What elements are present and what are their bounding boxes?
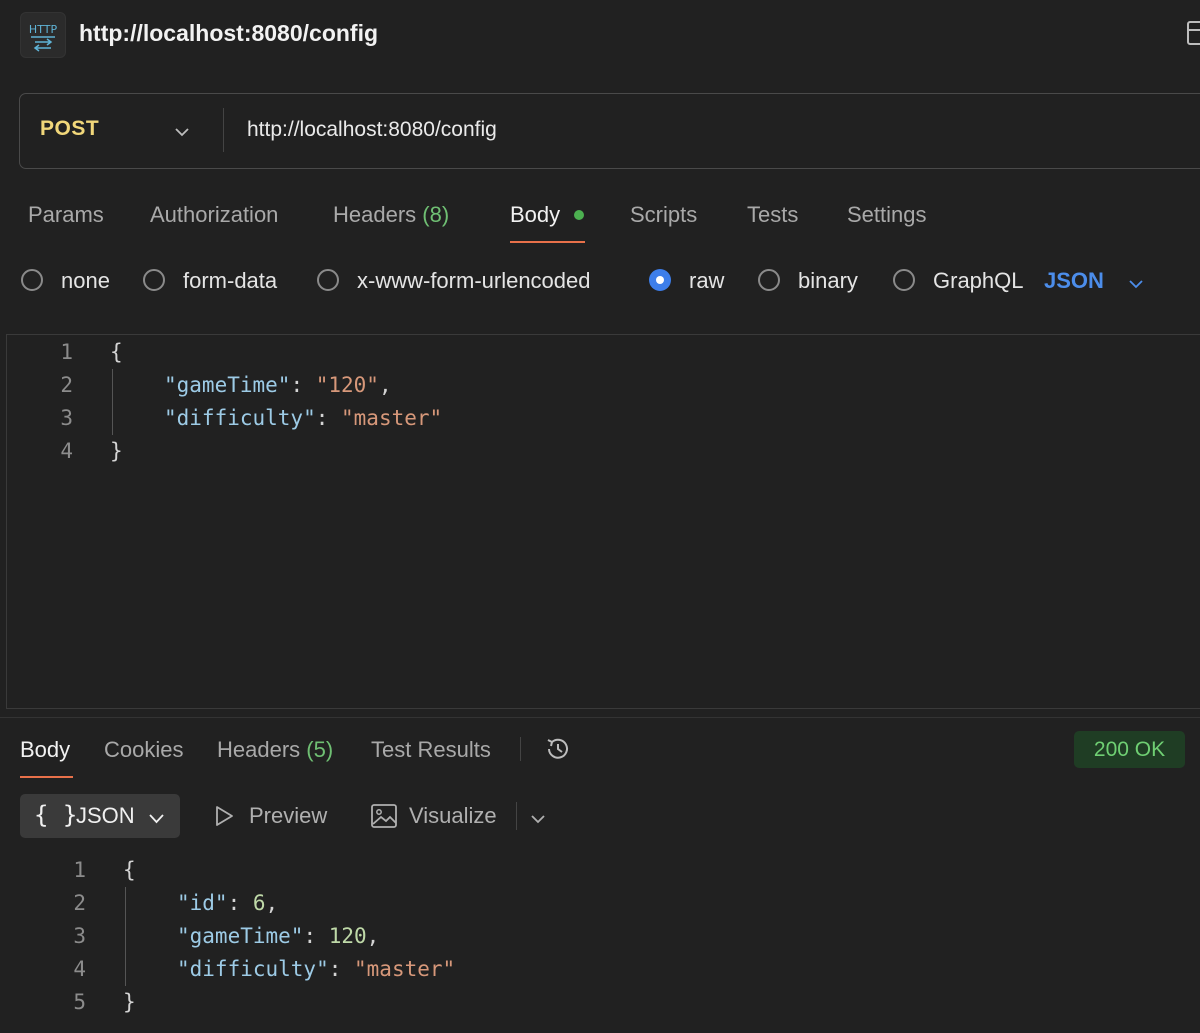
json-value: 120 [328,924,367,948]
body-modified-dot [574,210,584,220]
indent-guide [125,887,126,986]
line-number: 1 [73,858,86,882]
tab-headers-label: Headers [333,202,417,227]
preview-button[interactable]: Preview [249,803,327,829]
radio-none-label[interactable]: none [61,268,110,294]
code-line: "gameTime": "120", [164,373,392,397]
code-line: "difficulty": "master" [177,957,456,981]
code-brace: } [123,990,136,1014]
language-select[interactable]: JSON [1044,268,1104,294]
indent-guide [112,369,113,435]
response-tab-cookies[interactable]: Cookies [104,737,183,763]
chevron-down-icon[interactable] [530,811,546,824]
json-key: "gameTime" [164,373,291,397]
response-format-label: JSON [76,803,135,828]
image-icon[interactable] [370,802,398,830]
response-headers-count: (5) [306,737,334,762]
tab-scripts[interactable]: Scripts [630,202,697,228]
radio-form-data-label[interactable]: form-data [183,268,277,294]
request-title: http://localhost:8080/config [79,20,379,46]
response-tab-body[interactable]: Body [20,737,70,763]
line-number: 3 [60,406,73,430]
play-icon[interactable] [212,804,236,828]
response-tab-test-results[interactable]: Test Results [371,737,491,763]
toolbar-separator [516,802,517,830]
url-input[interactable] [247,114,1147,146]
svg-text:HTTP: HTTP [29,23,58,36]
json-key: "id" [177,891,228,915]
tab-headers[interactable]: Headers (8) [333,202,449,228]
line-number: 5 [73,990,86,1014]
response-headers-label: Headers [217,737,301,762]
code-brace: } [110,439,123,463]
code-brace: { [110,340,123,364]
radio-binary[interactable] [758,269,780,291]
json-key: "difficulty" [177,957,329,981]
chevron-down-icon[interactable] [174,124,190,137]
code-line: "gameTime": 120, [177,924,380,948]
active-tab-indicator [510,241,585,243]
tab-tests[interactable]: Tests [747,202,798,228]
chevron-down-icon[interactable] [1129,276,1143,289]
code-brace: { [123,858,136,882]
code-line: "difficulty": "master" [164,406,443,430]
radio-form-data[interactable] [143,269,165,291]
history-icon[interactable] [543,734,573,764]
radio-raw[interactable] [649,269,671,291]
active-tab-indicator [20,776,73,778]
line-number: 2 [60,373,73,397]
braces-icon: { } [34,801,78,829]
json-value: "master" [354,957,456,981]
tab-authorization[interactable]: Authorization [150,202,278,228]
tab-body[interactable]: Body [510,202,560,228]
line-number: 4 [73,957,86,981]
radio-none[interactable] [21,269,43,291]
line-number: 2 [73,891,86,915]
method-select[interactable]: POST [40,117,99,141]
line-number: 4 [60,439,73,463]
radio-graphql-label[interactable]: GraphQL [933,268,1024,294]
tab-separator [520,737,521,761]
radio-graphql[interactable] [893,269,915,291]
section-divider[interactable] [0,717,1200,718]
radio-raw-label[interactable]: raw [689,268,724,294]
json-key: "difficulty" [164,406,316,430]
response-tab-headers[interactable]: Headers (5) [217,737,333,763]
json-value: "master" [341,406,443,430]
url-divider [223,108,224,152]
radio-urlencoded-label[interactable]: x-www-form-urlencoded [357,268,591,294]
json-value: "120" [315,373,379,397]
code-line: "id": 6, [177,891,279,915]
json-key: "gameTime" [177,924,304,948]
radio-urlencoded[interactable] [317,269,339,291]
status-badge: 200 OK [1074,731,1185,768]
json-value: 6 [252,891,266,915]
radio-binary-label[interactable]: binary [798,268,858,294]
line-number: 3 [73,924,86,948]
visualize-button[interactable]: Visualize [409,803,497,829]
panel-toggle-icon[interactable] [1184,20,1200,48]
chevron-down-icon [149,811,164,824]
tab-settings[interactable]: Settings [847,202,927,228]
tab-headers-count: (8) [422,202,450,227]
tab-params[interactable]: Params [28,202,104,228]
line-number: 1 [60,340,73,364]
http-icon: HTTP [20,12,66,58]
